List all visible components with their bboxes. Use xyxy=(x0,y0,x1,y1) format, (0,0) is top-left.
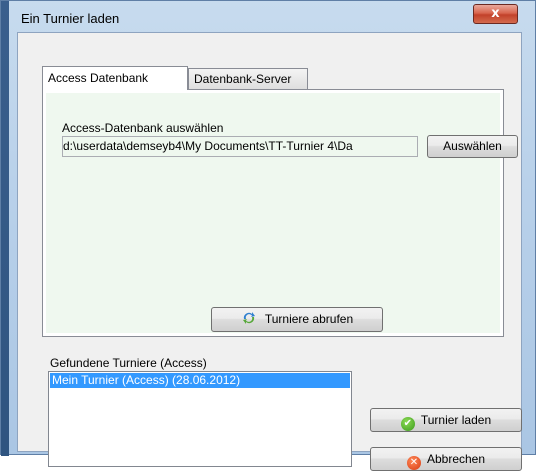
cancel-button[interactable]: ✕ Abbrechen xyxy=(370,447,522,471)
refresh-arrows-icon xyxy=(242,312,255,324)
db-path-field[interactable]: d:\userdata\demseyb4\My Documents\TT-Tur… xyxy=(62,136,418,157)
close-icon: x xyxy=(491,6,500,21)
fetch-tournaments-button[interactable]: Turniere abrufen xyxy=(211,307,383,332)
red-x-icon: ✕ xyxy=(406,456,421,470)
found-tournaments-label: Gefundene Turniere (Access) xyxy=(50,356,207,370)
close-button[interactable]: x xyxy=(473,4,518,24)
tab-datenbank-server[interactable]: Datenbank-Server xyxy=(188,68,308,89)
window-title: Ein Turnier laden xyxy=(21,11,120,26)
access-panel: Access-Datenbank auswählen d:\userdata\d… xyxy=(46,93,518,333)
green-check-icon: ✔ xyxy=(400,417,415,431)
db-select-label: Access-Datenbank auswählen xyxy=(62,121,224,135)
tournament-list[interactable]: Mein Turnier (Access) (28.06.2012) xyxy=(48,371,352,467)
background-window-edge xyxy=(1,1,9,456)
tab-panel: Access-Datenbank auswählen d:\userdata\d… xyxy=(42,89,518,337)
load-button-label: Turnier laden xyxy=(420,413,492,427)
tab-access-datenbank[interactable]: Access Datenbank xyxy=(42,66,188,90)
fetch-button-label: Turniere abrufen xyxy=(264,312,354,326)
load-tournament-button[interactable]: ✔ Turnier laden xyxy=(370,408,522,432)
dialog-window: Ein Turnier laden x Access Datenbank Dat… xyxy=(0,0,536,471)
title-bar[interactable]: Ein Turnier laden x xyxy=(1,1,536,33)
list-item[interactable]: Mein Turnier (Access) (28.06.2012) xyxy=(50,373,350,388)
dialog-client-area: Access Datenbank Datenbank-Server Access… xyxy=(17,32,522,471)
cancel-button-label: Abbrechen xyxy=(426,452,486,466)
select-db-button[interactable]: Auswählen xyxy=(427,135,518,158)
